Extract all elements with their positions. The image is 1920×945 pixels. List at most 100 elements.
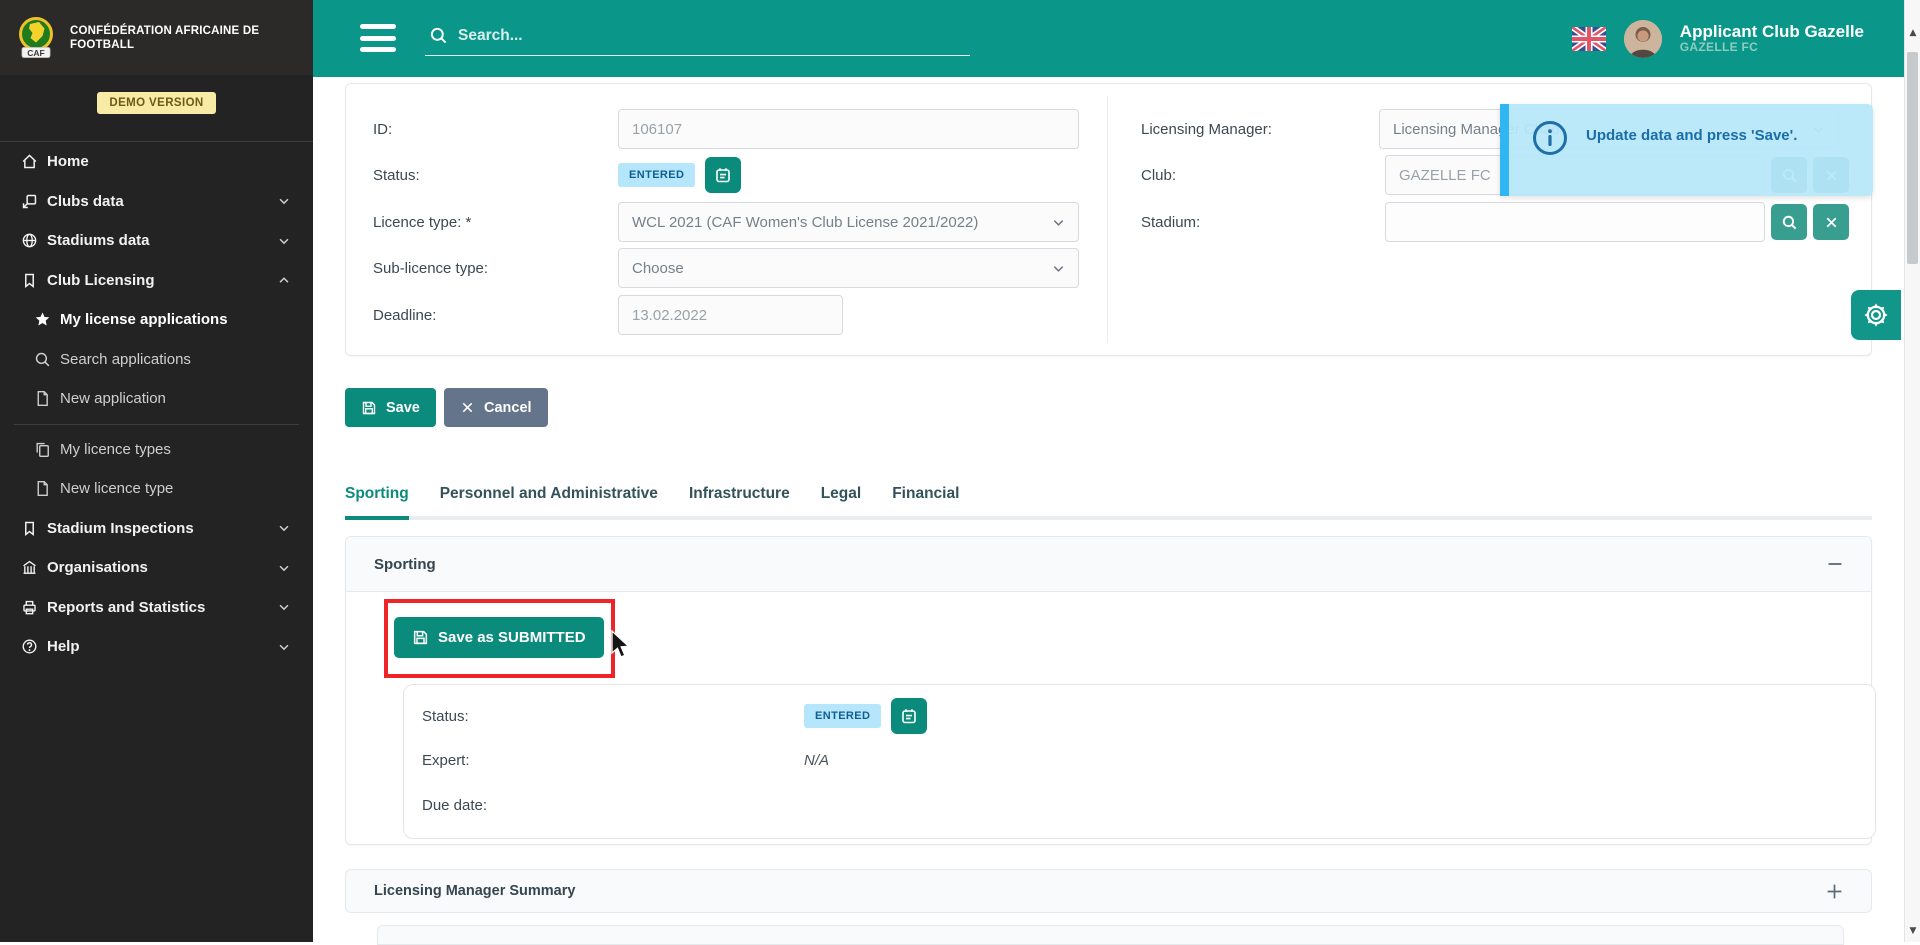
tab-financial[interactable]: Financial: [892, 485, 959, 520]
caf-logo-icon: CAF: [14, 15, 58, 61]
building-icon: [20, 559, 38, 577]
top-bar: Applicant Club Gazelle GAZELLE FC: [313, 0, 1904, 77]
bookmark-icon: [20, 519, 38, 537]
sidebar-item-my-license-applications[interactable]: My license applications: [0, 300, 313, 340]
copy-icon: [33, 440, 51, 458]
deadline-field: [618, 295, 843, 335]
licensing-manager-summary-header[interactable]: Licensing Manager Summary: [345, 869, 1872, 913]
org-name: CONFÉDÉRATION AFRICAINE DE FOOTBALL: [70, 24, 260, 51]
calendar-icon: [714, 166, 732, 184]
licensing-manager-label: Licensing Manager:: [1141, 120, 1272, 138]
hamburger-menu-button[interactable]: [360, 24, 396, 52]
page-scrollbar[interactable]: ▲ ▼: [1904, 0, 1920, 942]
help-icon: [20, 638, 38, 656]
sporting-status-label: Status:: [422, 707, 469, 725]
calendar-icon: [900, 707, 918, 725]
chevron-down-icon: [1051, 261, 1066, 276]
stadium-field[interactable]: [1385, 202, 1765, 242]
user-menu[interactable]: Applicant Club Gazelle GAZELLE FC: [1680, 22, 1864, 55]
close-icon: [460, 400, 475, 415]
stadium-clear-button[interactable]: [1813, 204, 1849, 240]
toast-accent-bar: [1500, 104, 1509, 196]
sporting-section-header[interactable]: Sporting: [346, 537, 1871, 592]
user-zone: Applicant Club Gazelle GAZELLE FC: [1571, 0, 1864, 77]
chevron-up-icon: [277, 273, 291, 287]
sidebar-item-organisations[interactable]: Organisations: [0, 548, 313, 588]
sidebar-item-search-applications[interactable]: Search applications: [0, 340, 313, 380]
language-flag-icon[interactable]: [1571, 26, 1606, 51]
sidebar-item-my-licence-types[interactable]: My licence types: [0, 430, 313, 470]
chevron-down-icon: [277, 521, 291, 535]
sidebar-item-clubs-data[interactable]: Clubs data: [0, 182, 313, 222]
floppy-icon: [412, 629, 429, 646]
tab-personnel-and-administrative[interactable]: Personnel and Administrative: [440, 485, 658, 520]
sidebar-item-help[interactable]: Help: [0, 627, 313, 667]
expand-plus-icon[interactable]: [1826, 883, 1843, 900]
sidebar-divider: [14, 423, 299, 425]
sidebar-item-new-licence-type[interactable]: New licence type: [0, 469, 313, 509]
main-content: ID: Status: ENTERED Licence type: * WCL …: [313, 77, 1904, 945]
save-button[interactable]: Save: [345, 388, 436, 427]
sidebar: CAF CONFÉDÉRATION AFRICAINE DE FOOTBALL …: [0, 0, 313, 942]
sidebar-item-stadiums-data[interactable]: Stadiums data: [0, 221, 313, 261]
search-icon: [33, 350, 51, 368]
demo-area: DEMO VERSION: [0, 75, 313, 142]
sporting-section-title: Sporting: [374, 555, 436, 573]
chevron-down-icon: [277, 640, 291, 654]
close-icon: [1824, 215, 1839, 230]
licence-type-select[interactable]: WCL 2021 (CAF Women's Club License 2021/…: [618, 202, 1079, 242]
globe-icon: [20, 232, 38, 250]
expert-value: N/A: [804, 751, 830, 769]
status-badge: ENTERED: [618, 163, 696, 187]
tab-infrastructure[interactable]: Infrastructure: [689, 485, 790, 520]
stadium-search-button[interactable]: [1771, 204, 1807, 240]
bookmark-icon: [20, 271, 38, 289]
user-name: Applicant Club Gazelle: [1679, 21, 1864, 41]
sidebar-item-new-application[interactable]: New application: [0, 379, 313, 419]
status-history-button[interactable]: [705, 157, 742, 193]
collapse-minus-icon[interactable]: [1827, 556, 1843, 572]
star-icon: [33, 311, 51, 329]
user-club: GAZELLE FC: [1679, 40, 1759, 55]
search-input[interactable]: [458, 26, 938, 45]
sidebar-item-home[interactable]: Home: [0, 142, 313, 182]
stadium-label: Stadium:: [1141, 213, 1201, 231]
chevron-down-icon: [277, 194, 291, 208]
user-avatar[interactable]: [1623, 19, 1662, 58]
sidebar-item-reports-and-statistics[interactable]: Reports and Statistics: [0, 588, 313, 628]
sporting-status-badge: ENTERED: [804, 704, 882, 728]
sporting-status-history-button[interactable]: [891, 698, 928, 734]
scroll-up-arrow[interactable]: ▲: [1905, 28, 1920, 38]
file-icon: [33, 480, 51, 498]
cancel-button[interactable]: Cancel: [444, 388, 548, 427]
info-icon: [1531, 119, 1569, 157]
home-icon: [20, 153, 38, 171]
toast-message: Update data and press 'Save'.: [1586, 127, 1798, 144]
sub-licence-type-select[interactable]: Choose: [618, 248, 1079, 288]
tab-legal[interactable]: Legal: [821, 485, 861, 520]
sidebar-item-stadium-inspections[interactable]: Stadium Inspections: [0, 509, 313, 549]
sub-licence-type-label: Sub-licence type:: [373, 259, 489, 277]
sidebar-item-club-licensing[interactable]: Club Licensing: [0, 261, 313, 301]
clubs-data-icon: [20, 192, 38, 210]
sporting-section: Sporting Save as SUBMITTED Status: ENTER…: [345, 536, 1876, 845]
chevron-down-icon: [277, 561, 291, 575]
save-as-submitted-button[interactable]: Save as SUBMITTED: [394, 617, 604, 658]
settings-gear-button[interactable]: [1851, 290, 1901, 340]
scrollbar-thumb[interactable]: [1907, 52, 1918, 264]
floppy-icon: [361, 400, 377, 416]
global-search: [425, 22, 970, 56]
chevron-down-icon: [277, 600, 291, 614]
file-icon: [33, 390, 51, 408]
sidebar-nav: Home Clubs data Stadiums data Club Licen…: [0, 142, 313, 667]
scroll-down-arrow[interactable]: ▼: [1905, 926, 1920, 936]
licence-type-label: Licence type: *: [373, 213, 472, 231]
tab-sporting[interactable]: Sporting: [345, 485, 409, 520]
chevron-down-icon: [277, 234, 291, 248]
sporting-status-card: Status: ENTERED Expert: N/A Due date:: [403, 684, 1876, 839]
chevron-down-icon: [1051, 215, 1066, 230]
search-icon: [1781, 214, 1798, 231]
demo-version-badge: DEMO VERSION: [97, 92, 216, 114]
caf-logo-text: CAF: [27, 47, 44, 57]
due-date-label: Due date:: [422, 796, 488, 814]
